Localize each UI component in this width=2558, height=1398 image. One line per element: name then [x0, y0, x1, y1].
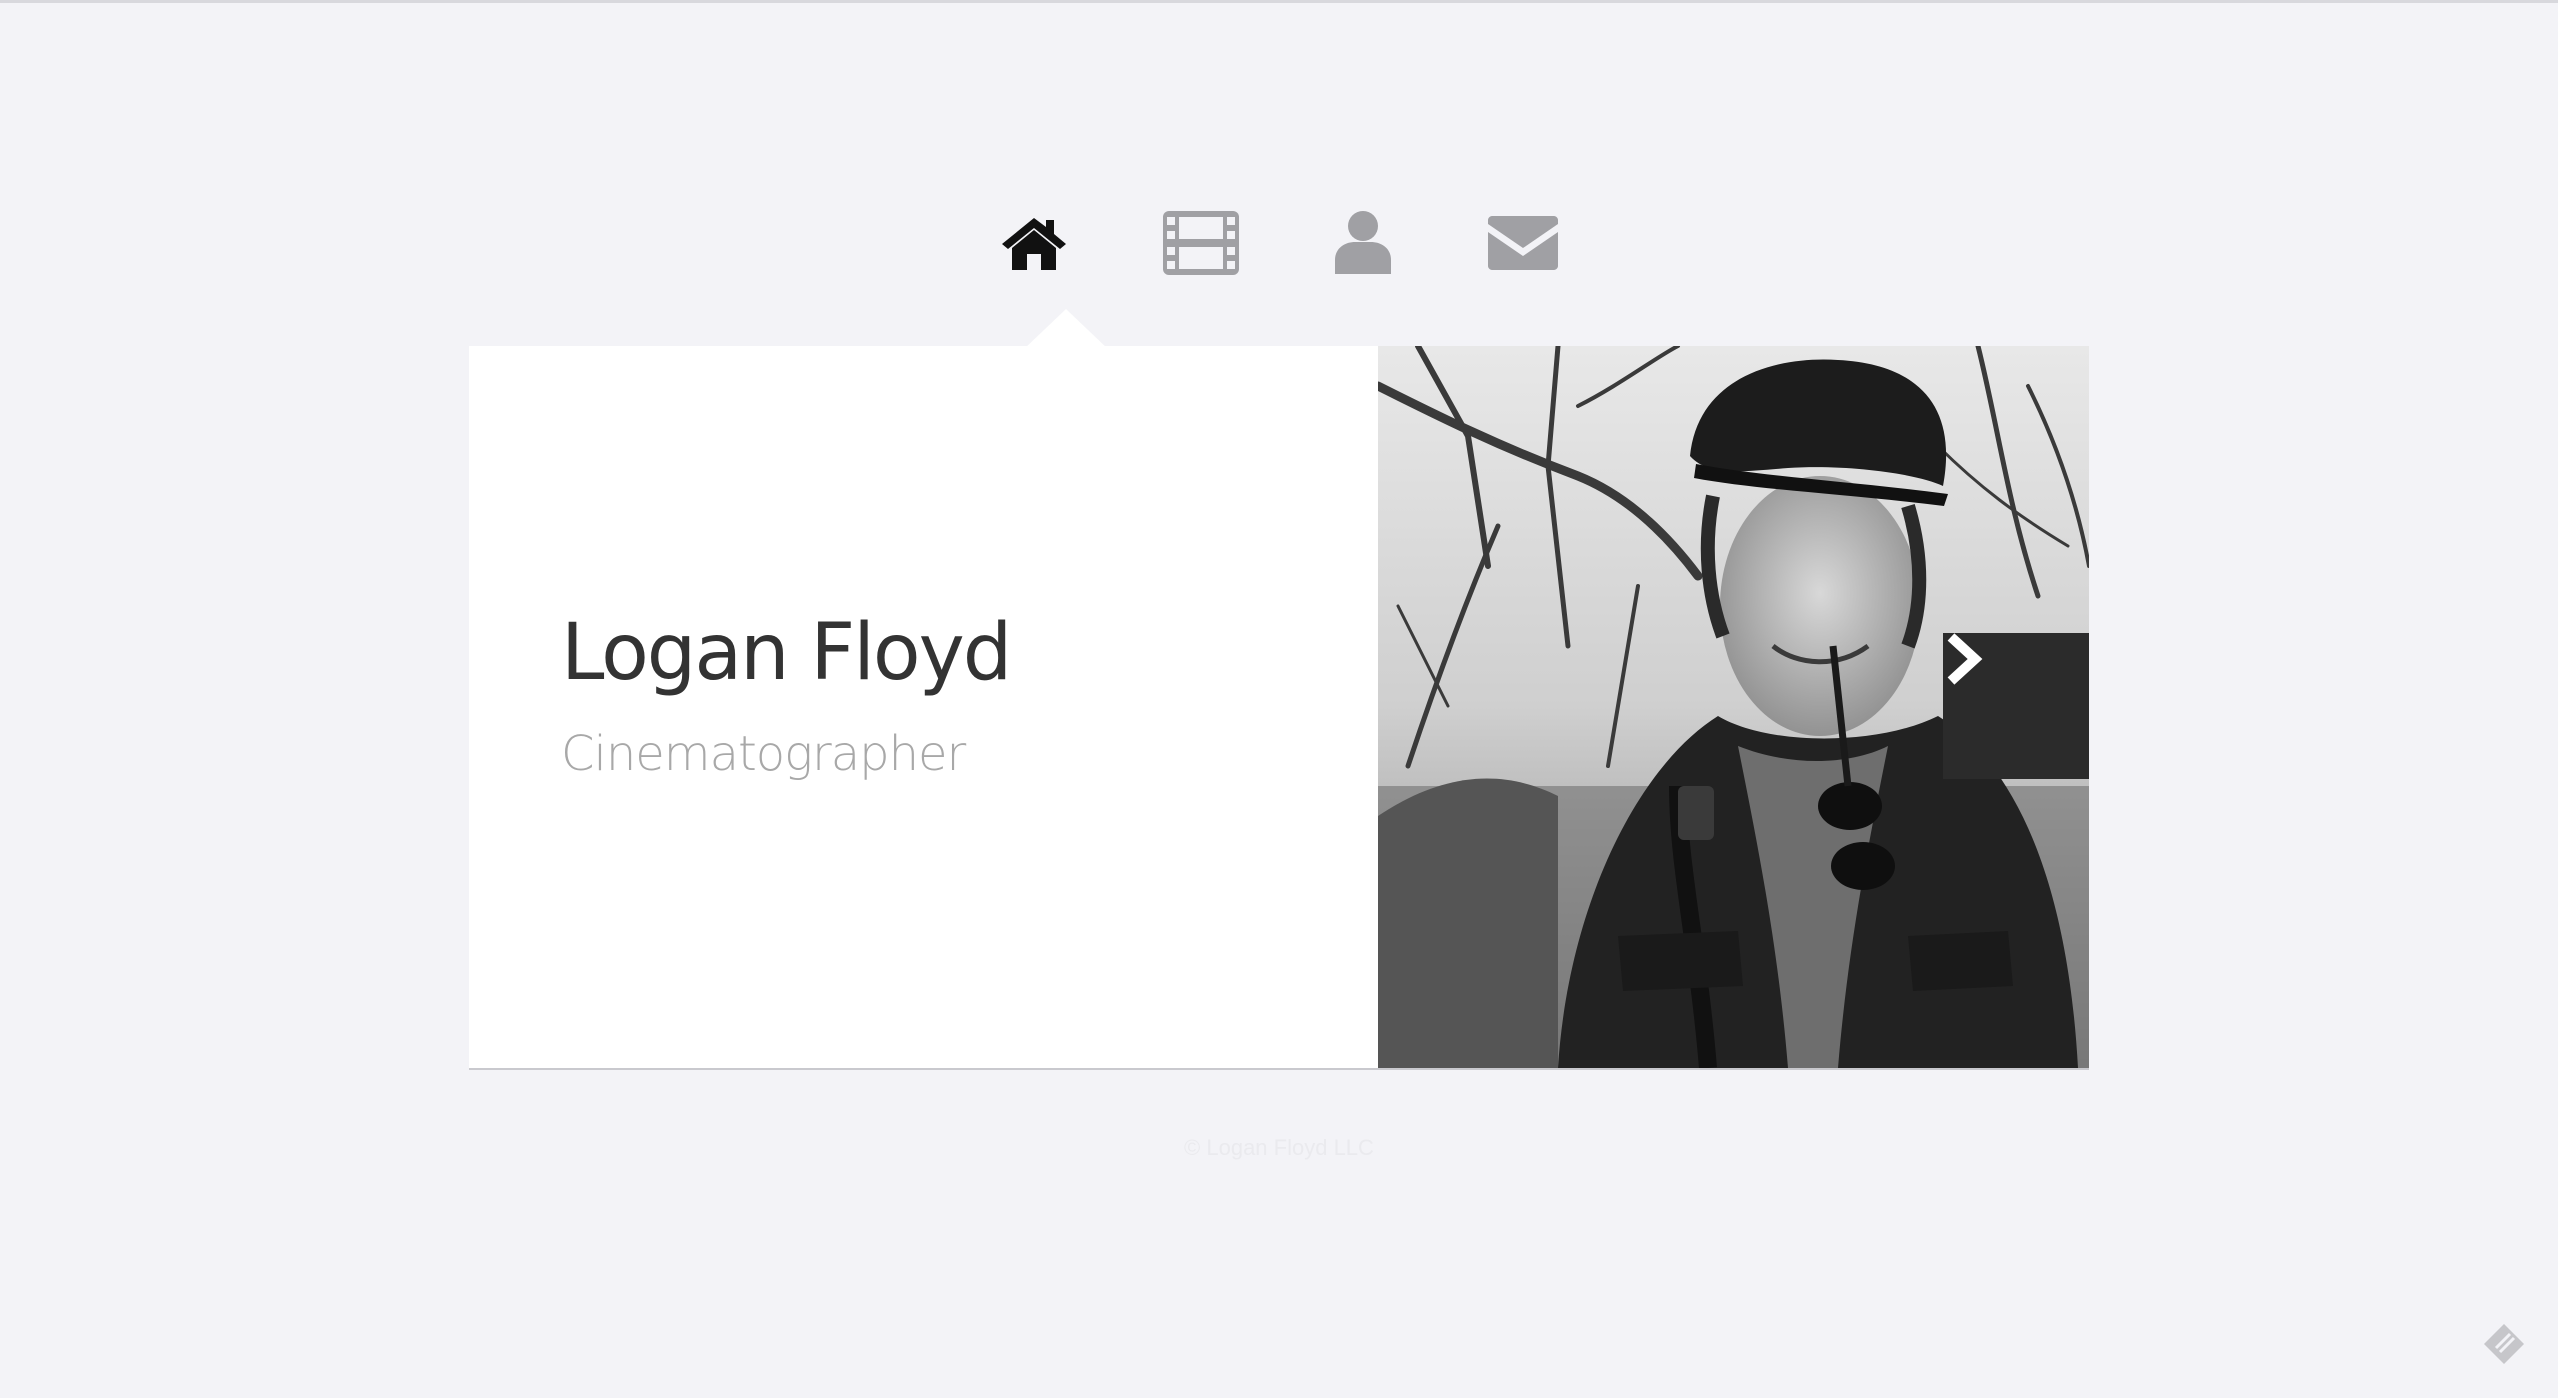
- hero-card: Logan Floyd Cinematographer: [469, 346, 2089, 1068]
- active-nav-pointer: [1024, 309, 1108, 349]
- main-nav: [1000, 203, 1560, 283]
- envelope-icon: [1487, 216, 1558, 270]
- profile-title: Cinematographer: [561, 726, 966, 782]
- site-badge-icon[interactable]: [2480, 1320, 2528, 1368]
- nav-contact[interactable]: [1486, 203, 1560, 283]
- user-icon: [1335, 211, 1392, 274]
- home-icon: [1002, 218, 1066, 270]
- next-slide-button[interactable]: [1943, 633, 2089, 779]
- nav-home[interactable]: [1000, 203, 1068, 283]
- chevron-right-icon: [1947, 633, 1983, 685]
- portrait-photo: [1378, 346, 2089, 1068]
- nav-film[interactable]: [1161, 203, 1241, 283]
- footer-copyright: © Logan Floyd LLC: [1184, 1135, 1374, 1160]
- film-icon: [1162, 211, 1239, 275]
- nav-about[interactable]: [1333, 203, 1393, 283]
- profile-name: Logan Floyd: [561, 608, 1012, 698]
- intro-panel: Logan Floyd Cinematographer: [469, 346, 1378, 1068]
